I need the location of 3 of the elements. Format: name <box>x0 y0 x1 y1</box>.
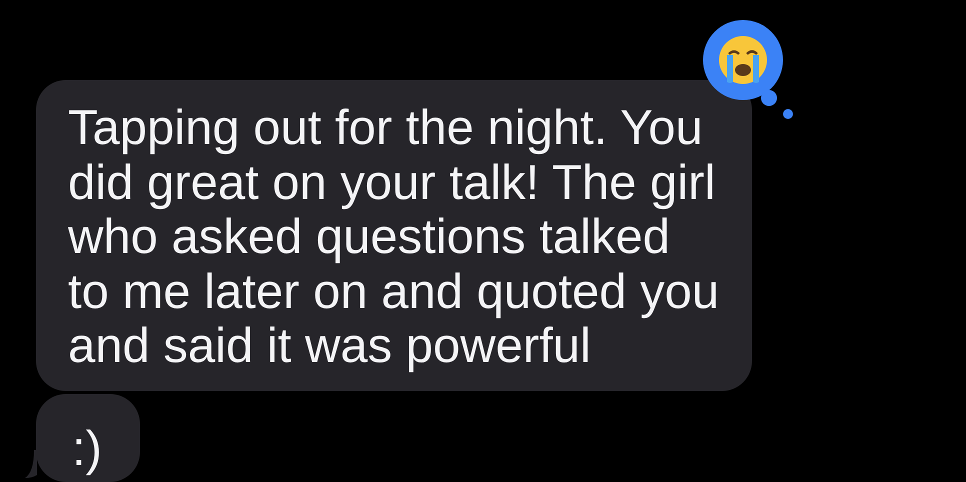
crying-face-icon <box>717 34 769 86</box>
message-text: Tapping out for the night. You did great on your talk! The girl who asked questions talked to me later on and quoted you and said it was powerful <box>68 101 720 374</box>
message-text: :) <box>72 422 103 476</box>
